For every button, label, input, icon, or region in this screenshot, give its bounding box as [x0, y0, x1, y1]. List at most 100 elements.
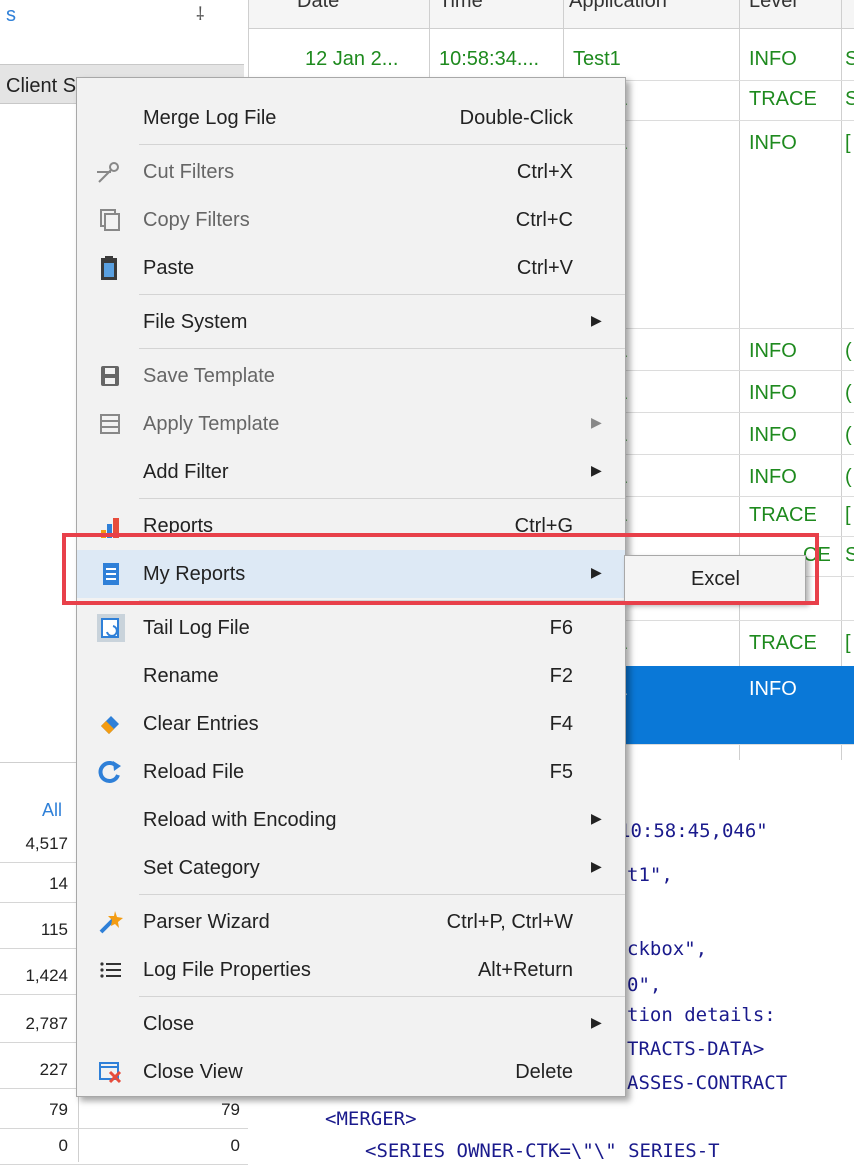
menu-item-label: File System [143, 311, 248, 333]
cell-app: Test1 [573, 48, 621, 70]
menu-item-label: Copy Filters [143, 209, 250, 231]
menu-item-reload-with-encoding[interactable]: Reload with Encoding ▶ [77, 796, 625, 844]
count-value: 79 [221, 1100, 240, 1119]
menu-item-log-file-properties[interactable]: Log File Properties Alt+Return [77, 946, 625, 994]
close-view-icon [95, 1058, 125, 1086]
menu-item-shortcut: Delete [515, 1061, 573, 1083]
menu-item-parser-wizard[interactable]: Parser Wizard Ctrl+P, Ctrl+W [77, 898, 625, 946]
menu-item-shortcut: Ctrl+P, Ctrl+W [446, 911, 573, 933]
menu-item-shortcut: Double-Click [459, 107, 573, 129]
menu-item-label: Merge Log File [143, 107, 277, 129]
cell-level: INFO [749, 678, 797, 700]
menu-item-label: Close [143, 1013, 195, 1035]
menu-item-label: Set Category [143, 857, 260, 879]
menu-item-add-filter[interactable]: Add Filter ▶ [77, 448, 625, 496]
menu-item-shortcut: Ctrl+V [516, 257, 573, 279]
menu-item-shortcut: F2 [549, 665, 573, 687]
cell-extra: [ [845, 504, 851, 526]
template-list-icon [95, 410, 125, 438]
menu-item-set-category[interactable]: Set Category ▶ [77, 844, 625, 892]
code-line: t1", [627, 864, 673, 886]
count-row[interactable]: 00 [0, 1128, 248, 1165]
code-line: 0", [627, 974, 662, 996]
chevron-right-icon: ▶ [591, 414, 602, 430]
chevron-right-icon: ▶ [591, 1014, 602, 1030]
menu-item-label: Reload with Encoding [143, 809, 337, 831]
menu-item-label: Apply Template [143, 413, 280, 435]
menu-item-label: Tail Log File [143, 617, 250, 639]
column-header-date[interactable]: Date [297, 0, 339, 13]
chevron-right-icon: ▶ [591, 462, 602, 478]
eraser-icon [95, 710, 125, 738]
menu-item-clear-entries[interactable]: Clear Entries F4 [77, 700, 625, 748]
menu-item-save-template[interactable]: Save Template [77, 352, 625, 400]
code-line: 10:58:45,046" [619, 820, 768, 842]
count-value: 0 [58, 1136, 68, 1155]
count-value: 14 [49, 874, 68, 893]
menu-item-label: Cut Filters [143, 161, 235, 183]
column-header-time[interactable]: Time [439, 0, 483, 13]
cell-extra: ( [845, 340, 852, 362]
menu-item-file-system[interactable]: File System ▶ [77, 298, 625, 346]
menu-item-label: Parser Wizard [143, 911, 270, 933]
menu-item-label: Save Template [143, 365, 275, 387]
menu-item-label: Reload File [143, 761, 245, 783]
menu-item-label: Log File Properties [143, 959, 311, 981]
column-header-application[interactable]: Application [569, 0, 667, 13]
count-value: 4,517 [25, 834, 68, 853]
magic-wand-icon [95, 908, 125, 936]
menu-item-label: Clear Entries [143, 713, 259, 735]
count-value: 2,787 [25, 1014, 68, 1033]
cell-extra: ( [845, 382, 852, 404]
count-value: 1,424 [25, 966, 68, 985]
cell-extra: S [845, 544, 854, 566]
count-row[interactable]: 79 79 [0, 1092, 248, 1129]
menu-item-close[interactable]: Close ▶ [77, 1000, 625, 1048]
menu-item-shortcut: F5 [549, 761, 573, 783]
menu-item-label: Paste [143, 257, 195, 279]
cell-level: INFO [749, 132, 797, 154]
cell-date: 12 Jan 2... [305, 48, 399, 70]
cell-level: INFO [749, 466, 797, 488]
chevron-right-icon: ▶ [591, 810, 602, 826]
floppy-disk-icon [95, 362, 125, 390]
code-line: TRACTS-DATA> [627, 1038, 765, 1060]
cell-extra: S [845, 48, 854, 70]
count-value: 79 [49, 1100, 68, 1119]
code-line: <MERGER> [325, 1108, 417, 1130]
menu-item-label: Add Filter [143, 461, 229, 483]
code-line: tion details: [627, 1004, 776, 1026]
pin-icon[interactable]: ⸸ [196, 2, 204, 26]
count-value: 115 [40, 920, 68, 939]
column-header-level[interactable]: Level [749, 0, 797, 13]
menu-item-copy-filters[interactable]: Copy Filters Ctrl+C [77, 196, 625, 244]
chevron-right-icon: ▶ [591, 858, 602, 874]
clipboard-icon [95, 254, 125, 282]
properties-list-icon [95, 956, 125, 984]
menu-item-tail-log-file[interactable]: Tail Log File F6 [77, 604, 625, 652]
menu-item-reload-file[interactable]: Reload File F5 [77, 748, 625, 796]
menu-item-rename[interactable]: Rename F2 [77, 652, 625, 700]
count-header-all[interactable]: All [42, 800, 62, 821]
menu-item-shortcut: Ctrl+X [516, 161, 573, 183]
table-row[interactable]: 12 Jan 2... 10:58:34.... Test1 INFO S [249, 36, 854, 81]
menu-item-apply-template[interactable]: Apply Template ▶ [77, 400, 625, 448]
chevron-right-icon: ▶ [591, 312, 602, 328]
menu-item-close-view[interactable]: Close View Delete [77, 1048, 625, 1096]
menu-item-shortcut: Ctrl+C [515, 209, 573, 231]
scissors-icon [95, 158, 125, 186]
cell-level: TRACE [749, 632, 817, 654]
cell-extra: ( [845, 424, 852, 446]
cell-extra: ( [845, 466, 852, 488]
cell-level: INFO [749, 48, 797, 70]
menu-item-label: Close View [143, 1061, 243, 1083]
menu-item-merge-log-file[interactable]: Merge Log File Double-Click [77, 94, 625, 142]
menu-item-cut-filters[interactable]: Cut Filters Ctrl+X [77, 148, 625, 196]
cell-level: TRACE [749, 88, 817, 110]
cell-level: INFO [749, 340, 797, 362]
menu-item-shortcut: F6 [549, 617, 573, 639]
cell-level: INFO [749, 424, 797, 446]
reload-icon [95, 758, 125, 786]
menu-item-paste[interactable]: Paste Ctrl+V [77, 244, 625, 292]
code-line: <SERIES OWNER-CTK=\"\" SERIES-T [365, 1140, 720, 1162]
